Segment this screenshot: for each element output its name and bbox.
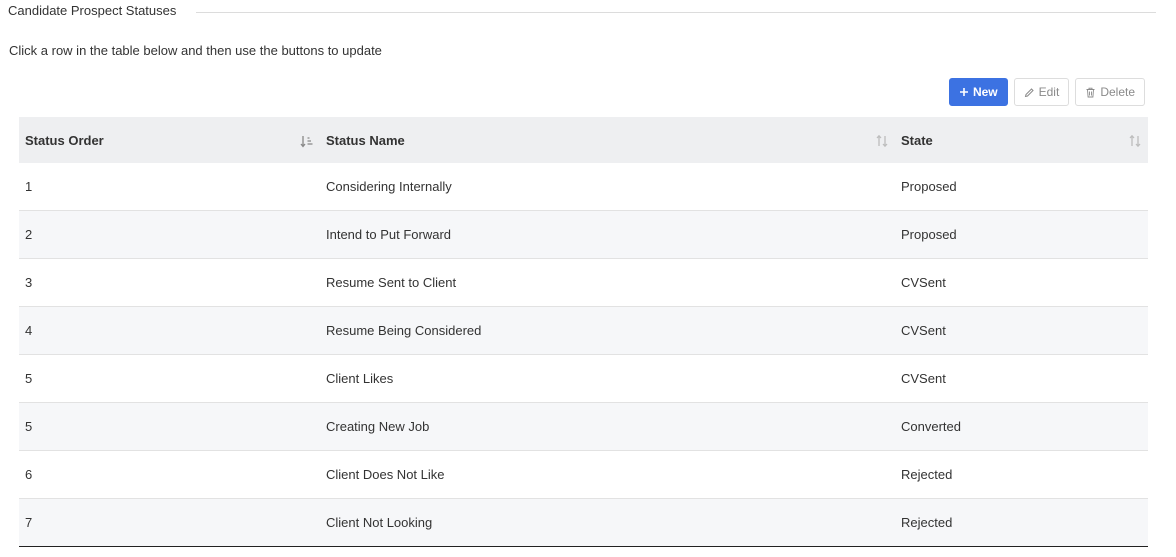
trash-icon [1085,87,1096,98]
edit-button-label: Edit [1038,85,1060,99]
cell-status-name: Client Not Looking [326,515,433,530]
column-header-status-order[interactable]: Status Order [19,117,320,163]
new-button[interactable]: New [948,78,1008,106]
column-header-label: Status Name [326,132,405,148]
statuses-table: Status Order Status Name State 1 Conside… [19,117,1148,547]
plus-icon [959,87,969,97]
cell-status-name: Client Does Not Like [326,467,445,482]
table-row[interactable]: 1 Considering Internally Proposed [19,163,1148,211]
cell-state: Rejected [901,515,953,530]
sort-icon[interactable] [875,134,889,151]
delete-button-label: Delete [1100,85,1135,99]
cell-status-order: 6 [25,467,33,482]
column-header-label: State [901,132,933,148]
cell-status-name: Considering Internally [326,179,452,194]
cell-status-order: 2 [25,227,33,242]
column-header-status-name[interactable]: Status Name [320,117,895,163]
cell-status-name: Creating New Job [326,419,430,434]
legend-divider [196,12,1156,13]
table-row[interactable]: 5 Creating New Job Converted [19,403,1148,451]
cell-status-order: 5 [25,419,33,434]
cell-status-order: 4 [25,323,33,338]
cell-status-name: Client Likes [326,371,394,386]
table-row[interactable]: 2 Intend to Put Forward Proposed [19,211,1148,259]
new-button-label: New [972,85,998,99]
cell-state: CVSent [901,323,946,338]
column-header-label: Status Order [25,132,104,148]
cell-state: CVSent [901,371,946,386]
table-row[interactable]: 6 Client Does Not Like Rejected [19,451,1148,499]
delete-button[interactable]: Delete [1075,78,1145,106]
cell-state: CVSent [901,275,946,290]
table-header: Status Order Status Name State [19,117,1148,163]
cell-status-name: Resume Sent to Client [326,275,457,290]
instructions-text: Click a row in the table below and then … [9,43,382,58]
table-row[interactable]: 4 Resume Being Considered CVSent [19,307,1148,355]
table-row[interactable]: 3 Resume Sent to Client CVSent [19,259,1148,307]
cell-state: Proposed [901,227,957,242]
pencil-icon [1024,87,1035,98]
cell-state: Rejected [901,467,953,482]
sort-ascending-icon[interactable] [300,135,314,151]
table-row[interactable]: 5 Client Likes CVSent [19,355,1148,403]
section-title: Candidate Prospect Statuses [8,3,187,18]
cell-state: Proposed [901,179,957,194]
section-legend: Candidate Prospect Statuses [0,0,1160,24]
cell-status-name: Intend to Put Forward [326,227,452,242]
cell-status-name: Resume Being Considered [326,323,482,338]
sort-icon[interactable] [1128,134,1142,151]
column-header-state[interactable]: State [895,117,1148,163]
cell-state: Converted [901,419,961,434]
toolbar: New Edit Delete [948,78,1145,106]
cell-status-order: 5 [25,371,33,386]
table-row[interactable]: 7 Client Not Looking Rejected [19,499,1148,547]
edit-button[interactable]: Edit [1013,78,1070,106]
cell-status-order: 7 [25,515,33,530]
cell-status-order: 3 [25,275,33,290]
cell-status-order: 1 [25,179,33,194]
